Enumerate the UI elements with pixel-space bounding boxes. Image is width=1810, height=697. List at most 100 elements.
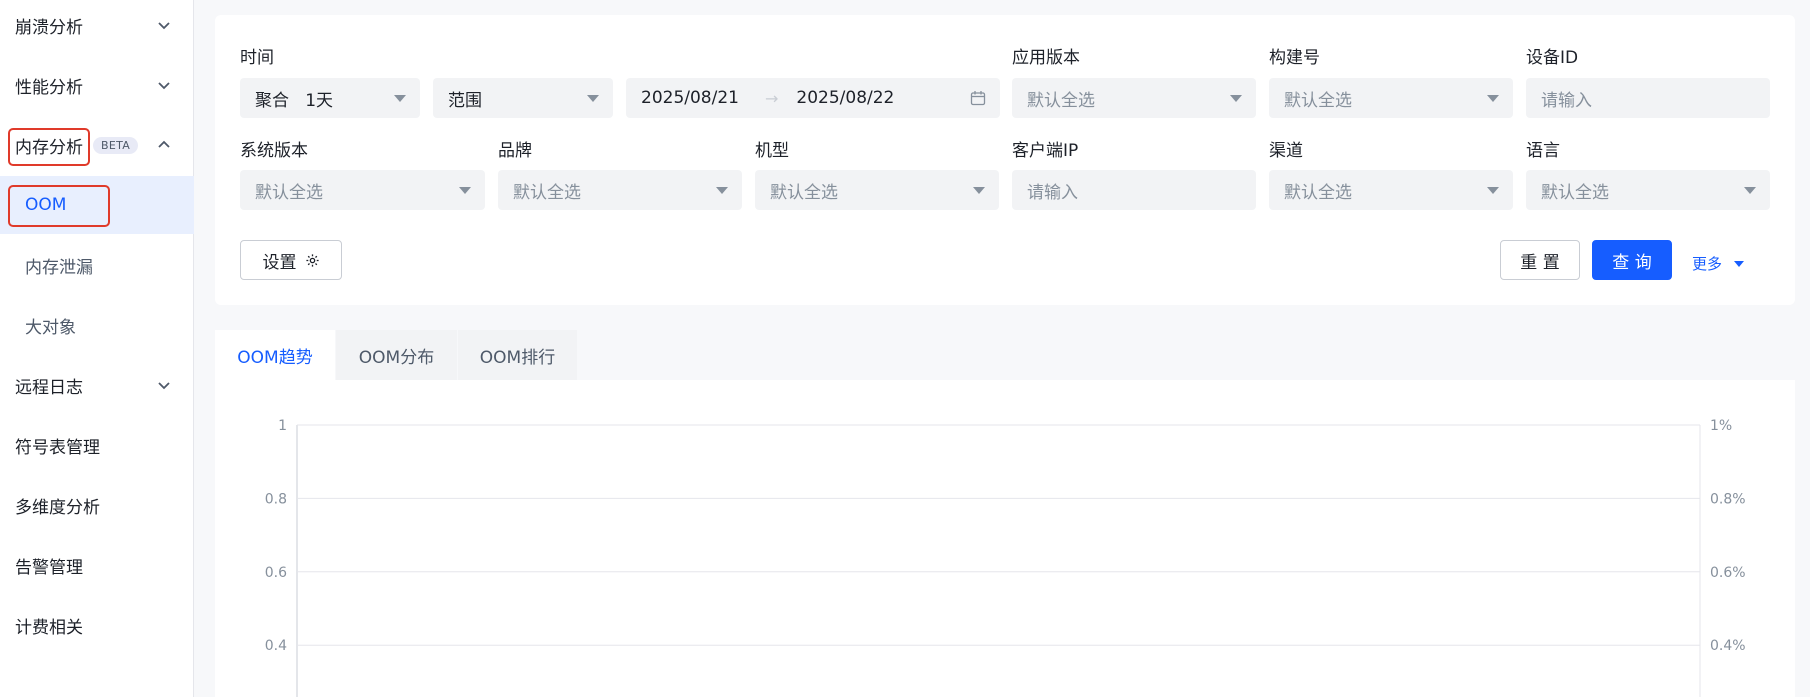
- chevron-up-icon: [156, 137, 172, 153]
- tab-oom-distribution[interactable]: OOM分布: [336, 330, 457, 380]
- caret-down-icon: [1230, 95, 1242, 102]
- sidebar-item-label: 多维度分析: [15, 497, 100, 518]
- tab-label: OOM分布: [358, 347, 435, 368]
- chevron-down-icon: [156, 17, 172, 33]
- more-filters-link[interactable]: 更多: [1692, 253, 1745, 274]
- caret-down-icon: [716, 187, 728, 194]
- client-ip-placeholder: 请输入: [1027, 182, 1078, 203]
- caret-down-icon: [459, 187, 471, 194]
- range-select[interactable]: 范围: [433, 78, 613, 118]
- sidebar: 崩溃分析 性能分析 内存分析 BETA OOM 内存泄漏 大对象 远程日志 符号…: [0, 0, 194, 697]
- settings-button[interactable]: 设置: [240, 240, 342, 280]
- sidebar-subitem-label: 内存泄漏: [25, 257, 93, 278]
- sidebar-subitem-label: 大对象: [25, 317, 76, 338]
- sidebar-item-label: 远程日志: [15, 377, 83, 398]
- settings-button-label: 设置: [262, 252, 297, 273]
- sidebar-item-multi-dimension[interactable]: 多维度分析: [0, 476, 194, 534]
- os-version-placeholder: 默认全选: [255, 182, 323, 203]
- reset-button[interactable]: 重 置: [1500, 240, 1580, 280]
- language-select[interactable]: 默认全选: [1526, 170, 1770, 210]
- channel-select[interactable]: 默认全选: [1269, 170, 1513, 210]
- beta-badge: BETA: [93, 136, 139, 154]
- time-label: 时间: [240, 48, 274, 68]
- y-tick-label-left: 1: [278, 418, 287, 434]
- build-number-placeholder: 默认全选: [1284, 90, 1352, 111]
- sidebar-item-label: 崩溃分析: [15, 17, 83, 38]
- channel-label: 渠道: [1269, 141, 1303, 161]
- sidebar-subitem-label: OOM: [25, 195, 67, 215]
- model-placeholder: 默认全选: [770, 182, 838, 203]
- date-range-picker[interactable]: 2025/08/21 → 2025/08/22: [626, 78, 1000, 118]
- caret-down-icon: [394, 95, 406, 102]
- oom-trend-chart: 1 1% 0.8 0.8% 0.6 0.6% 0.4 0.4%: [265, 418, 1746, 697]
- sidebar-item-billing[interactable]: 计费相关: [0, 596, 194, 654]
- sidebar-item-performance-analysis[interactable]: 性能分析: [0, 56, 194, 114]
- calendar-icon: [970, 91, 986, 106]
- filter-panel: 时间 应用版本 构建号 设备ID 聚合 1天 范围 2025/08/21 → 2…: [215, 15, 1795, 305]
- reset-button-label: 重 置: [1520, 252, 1560, 273]
- y-tick-label-left: 0.4: [265, 638, 287, 654]
- query-button-label: 查 询: [1612, 252, 1652, 273]
- os-version-label: 系统版本: [240, 141, 308, 161]
- query-button[interactable]: 查 询: [1592, 240, 1672, 280]
- device-id-placeholder: 请输入: [1541, 90, 1592, 111]
- y-tick-label-left: 0.6: [265, 565, 287, 581]
- brand-placeholder: 默认全选: [513, 182, 581, 203]
- sidebar-item-label: 告警管理: [15, 557, 83, 578]
- sidebar-item-label: 内存分析: [15, 137, 83, 158]
- sidebar-subitem-memory-leak[interactable]: 内存泄漏: [0, 236, 194, 294]
- app-version-label: 应用版本: [1012, 48, 1080, 68]
- channel-placeholder: 默认全选: [1284, 182, 1352, 203]
- chevron-down-icon: [156, 77, 172, 93]
- date-end: 2025/08/22: [796, 88, 895, 108]
- brand-select[interactable]: 默认全选: [498, 170, 742, 210]
- sidebar-item-remote-log[interactable]: 远程日志: [0, 356, 194, 414]
- sidebar-item-symbol-management[interactable]: 符号表管理: [0, 416, 194, 474]
- y-tick-label-right: 1%: [1710, 418, 1732, 434]
- caret-down-icon: [587, 95, 599, 102]
- app-version-placeholder: 默认全选: [1027, 90, 1095, 111]
- caret-down-icon: [1487, 187, 1499, 194]
- sidebar-item-label: 符号表管理: [15, 437, 100, 458]
- caret-down-icon: [973, 187, 985, 194]
- device-id-input[interactable]: 请输入: [1526, 78, 1770, 118]
- app-version-select[interactable]: 默认全选: [1012, 78, 1256, 118]
- date-start: 2025/08/21: [641, 88, 739, 108]
- client-ip-label: 客户端IP: [1012, 141, 1079, 161]
- sidebar-item-alert-management[interactable]: 告警管理: [0, 536, 194, 594]
- language-label: 语言: [1526, 141, 1560, 161]
- caret-down-icon: [1734, 260, 1745, 267]
- model-select[interactable]: 默认全选: [755, 170, 999, 210]
- tab-label: OOM排行: [479, 347, 556, 368]
- os-version-select[interactable]: 默认全选: [240, 170, 485, 210]
- aggregate-select[interactable]: 聚合 1天: [240, 78, 420, 118]
- sidebar-subitem-large-object[interactable]: 大对象: [0, 296, 194, 354]
- chart-panel: 1 1% 0.8 0.8% 0.6 0.6% 0.4 0.4%: [215, 380, 1795, 697]
- y-tick-label-right: 0.8%: [1710, 491, 1746, 507]
- device-id-label: 设备ID: [1526, 48, 1579, 68]
- caret-down-icon: [1744, 187, 1756, 194]
- chevron-down-icon: [156, 377, 172, 393]
- build-number-label: 构建号: [1269, 48, 1320, 68]
- tab-label: OOM趋势: [237, 347, 313, 368]
- y-tick-label-left: 0.8: [265, 491, 287, 507]
- y-tick-label-right: 0.6%: [1710, 565, 1746, 581]
- y-tick-label-right: 0.4%: [1710, 638, 1746, 654]
- sidebar-item-label: 性能分析: [15, 77, 83, 98]
- tab-oom-trend[interactable]: OOM趋势: [215, 330, 335, 380]
- tab-oom-ranking[interactable]: OOM排行: [458, 330, 577, 380]
- range-value: 范围: [448, 90, 482, 111]
- brand-label: 品牌: [498, 141, 532, 161]
- sidebar-item-label: 计费相关: [15, 617, 83, 638]
- language-placeholder: 默认全选: [1541, 182, 1609, 203]
- sidebar-subitem-oom[interactable]: OOM: [0, 176, 194, 234]
- caret-down-icon: [1487, 95, 1499, 102]
- sidebar-item-memory-analysis[interactable]: 内存分析 BETA: [0, 116, 194, 174]
- build-number-select[interactable]: 默认全选: [1269, 78, 1513, 118]
- aggregate-value: 聚合 1天: [255, 90, 334, 111]
- client-ip-input[interactable]: 请输入: [1012, 170, 1256, 210]
- model-label: 机型: [755, 141, 789, 161]
- arrow-right-icon: →: [764, 88, 779, 108]
- gear-icon: [305, 253, 319, 267]
- sidebar-item-crash-analysis[interactable]: 崩溃分析: [0, 0, 194, 54]
